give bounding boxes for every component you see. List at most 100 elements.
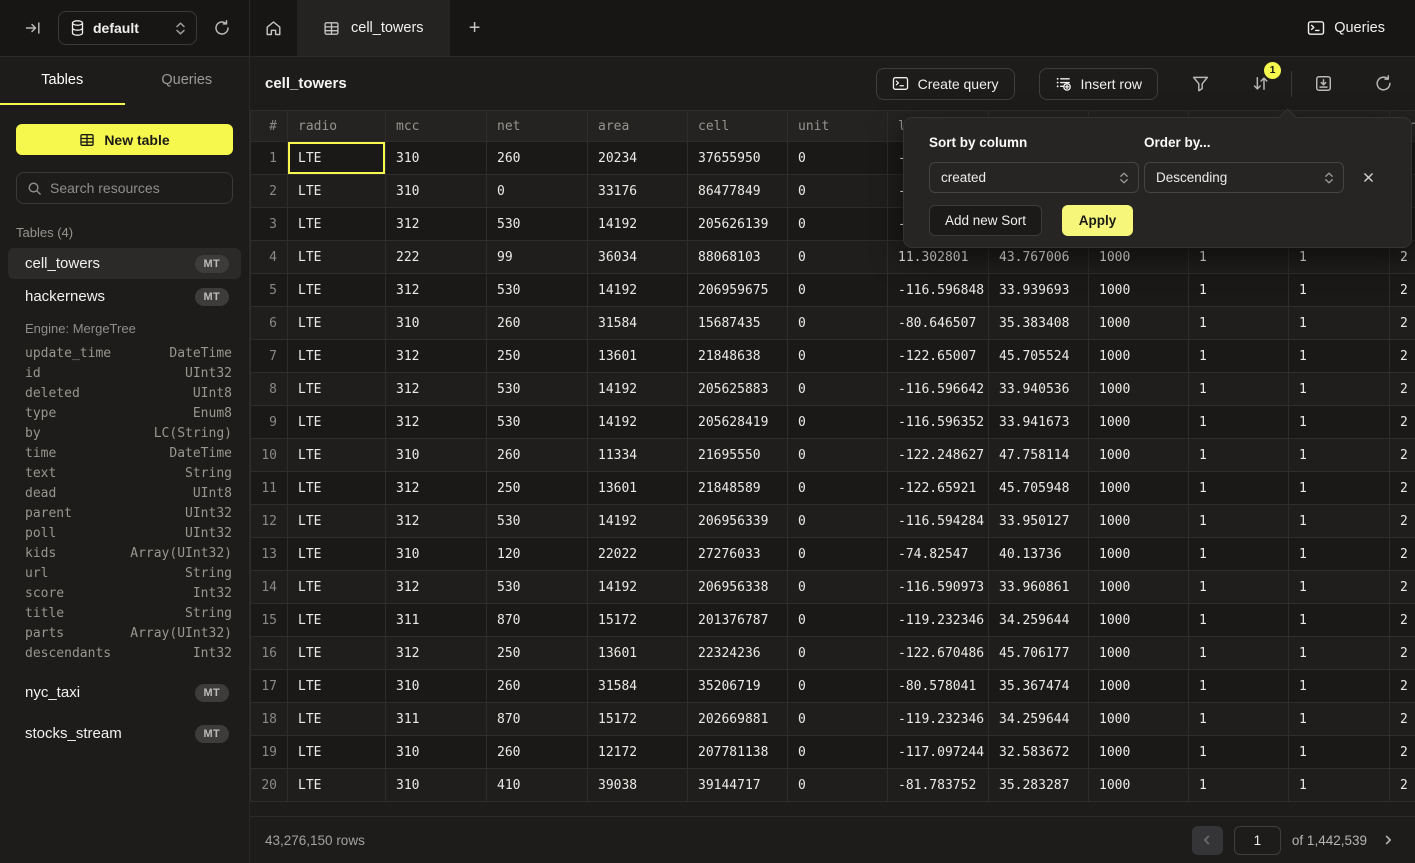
table-cell[interactable]: 37655950 <box>688 142 788 175</box>
row-number[interactable]: 1 <box>251 142 288 175</box>
table-cell[interactable]: LTE <box>288 736 386 769</box>
table-cell[interactable]: 1 <box>1189 670 1289 703</box>
table-cell[interactable]: 1 <box>1189 637 1289 670</box>
table-cell[interactable]: 260 <box>487 736 588 769</box>
table-cell[interactable]: 1000 <box>1089 340 1189 373</box>
table-cell[interactable]: 1 <box>1289 307 1390 340</box>
table-cell[interactable]: 1 <box>1189 373 1289 406</box>
table-cell[interactable]: 32.583672 <box>989 736 1089 769</box>
table-cell[interactable]: -80.646507 <box>888 307 989 340</box>
table-cell[interactable]: 312 <box>386 505 487 538</box>
table-cell[interactable]: 1000 <box>1089 307 1189 340</box>
table-cell[interactable]: 36034 <box>588 241 688 274</box>
insert-row-button[interactable]: Insert row <box>1039 68 1158 100</box>
table-cell[interactable]: 2 <box>1390 538 1415 571</box>
table-cell[interactable]: 0 <box>788 307 888 340</box>
table-cell[interactable]: 1000 <box>1089 538 1189 571</box>
row-number[interactable]: 7 <box>251 340 288 373</box>
previous-page-button[interactable] <box>1192 826 1223 855</box>
table-cell[interactable]: -122.65007 <box>888 340 989 373</box>
reload-databases-button[interactable] <box>209 15 235 41</box>
table-cell[interactable]: 0 <box>788 142 888 175</box>
table-cell[interactable]: -116.596352 <box>888 406 989 439</box>
table-cell[interactable]: 1 <box>1189 406 1289 439</box>
table-cell[interactable]: 2 <box>1390 472 1415 505</box>
row-number[interactable]: 13 <box>251 538 288 571</box>
table-cell[interactable]: 35.383408 <box>989 307 1089 340</box>
table-cell[interactable]: 1000 <box>1089 736 1189 769</box>
table-cell[interactable]: LTE <box>288 142 386 175</box>
table-cell[interactable]: 260 <box>487 142 588 175</box>
table-cell[interactable]: 1000 <box>1089 670 1189 703</box>
table-cell[interactable]: 0 <box>788 175 888 208</box>
page-number-input[interactable] <box>1234 826 1281 855</box>
table-cell[interactable]: 206956338 <box>688 571 788 604</box>
table-cell[interactable]: -122.670486 <box>888 637 989 670</box>
table-cell[interactable]: 312 <box>386 472 487 505</box>
table-cell[interactable]: 2 <box>1390 703 1415 736</box>
table-cell[interactable]: 88068103 <box>688 241 788 274</box>
column-header-mcc[interactable]: mcc <box>386 111 487 142</box>
table-cell[interactable]: 39144717 <box>688 769 788 802</box>
table-cell[interactable]: 1000 <box>1089 505 1189 538</box>
column-header-radio[interactable]: radio <box>288 111 386 142</box>
table-cell[interactable]: 1 <box>1289 340 1390 373</box>
collapse-sidebar-button[interactable] <box>20 15 46 41</box>
table-cell[interactable]: 86477849 <box>688 175 788 208</box>
sidebar-item-stocks-stream[interactable]: stocks_stream MT <box>8 718 241 749</box>
table-cell[interactable]: 22022 <box>588 538 688 571</box>
row-number[interactable]: 14 <box>251 571 288 604</box>
table-cell[interactable]: 1000 <box>1089 571 1189 604</box>
add-new-sort-button[interactable]: Add new Sort <box>929 205 1042 236</box>
table-cell[interactable]: 1 <box>1189 571 1289 604</box>
table-cell[interactable]: 39038 <box>588 769 688 802</box>
table-cell[interactable]: 2 <box>1390 439 1415 472</box>
table-cell[interactable]: 0 <box>788 769 888 802</box>
table-cell[interactable]: 1 <box>1289 637 1390 670</box>
new-table-button[interactable]: New table <box>16 124 233 155</box>
table-cell[interactable]: 2 <box>1390 637 1415 670</box>
row-number[interactable]: 9 <box>251 406 288 439</box>
table-cell[interactable]: 312 <box>386 208 487 241</box>
table-cell[interactable]: 202669881 <box>688 703 788 736</box>
table-cell[interactable]: LTE <box>288 406 386 439</box>
table-cell[interactable]: 2 <box>1390 736 1415 769</box>
table-cell[interactable]: 14192 <box>588 208 688 241</box>
table-cell[interactable]: 45.705524 <box>989 340 1089 373</box>
table-cell[interactable]: 0 <box>788 538 888 571</box>
table-cell[interactable]: 1 <box>1289 472 1390 505</box>
table-cell[interactable]: 2 <box>1390 604 1415 637</box>
new-tab-button[interactable]: + <box>450 0 500 56</box>
table-cell[interactable]: 2 <box>1390 340 1415 373</box>
sort-column-select[interactable]: created <box>929 162 1139 193</box>
table-cell[interactable]: 13601 <box>588 340 688 373</box>
row-number[interactable]: 20 <box>251 769 288 802</box>
table-cell[interactable]: 530 <box>487 505 588 538</box>
table-cell[interactable]: LTE <box>288 472 386 505</box>
table-cell[interactable]: 34.259644 <box>989 703 1089 736</box>
table-cell[interactable]: 0 <box>788 637 888 670</box>
table-cell[interactable]: 250 <box>487 472 588 505</box>
table-cell[interactable]: 1 <box>1289 406 1390 439</box>
database-selector[interactable]: default <box>58 11 197 45</box>
table-cell[interactable]: LTE <box>288 637 386 670</box>
table-cell[interactable]: 1000 <box>1089 406 1189 439</box>
table-cell[interactable]: 250 <box>487 340 588 373</box>
row-number[interactable]: 11 <box>251 472 288 505</box>
table-cell[interactable]: 312 <box>386 406 487 439</box>
table-cell[interactable]: 870 <box>487 604 588 637</box>
row-number[interactable]: 3 <box>251 208 288 241</box>
table-cell[interactable]: 33.950127 <box>989 505 1089 538</box>
table-cell[interactable]: 2 <box>1390 307 1415 340</box>
table-cell[interactable]: LTE <box>288 670 386 703</box>
table-cell[interactable]: 1000 <box>1089 373 1189 406</box>
table-cell[interactable]: 0 <box>788 670 888 703</box>
table-cell[interactable]: 201376787 <box>688 604 788 637</box>
table-cell[interactable]: 0 <box>788 274 888 307</box>
table-cell[interactable]: 0 <box>788 571 888 604</box>
table-cell[interactable]: 530 <box>487 208 588 241</box>
table-cell[interactable]: 13601 <box>588 637 688 670</box>
column-header-cell[interactable]: cell <box>688 111 788 142</box>
table-cell[interactable]: 310 <box>386 439 487 472</box>
table-cell[interactable]: 47.758114 <box>989 439 1089 472</box>
